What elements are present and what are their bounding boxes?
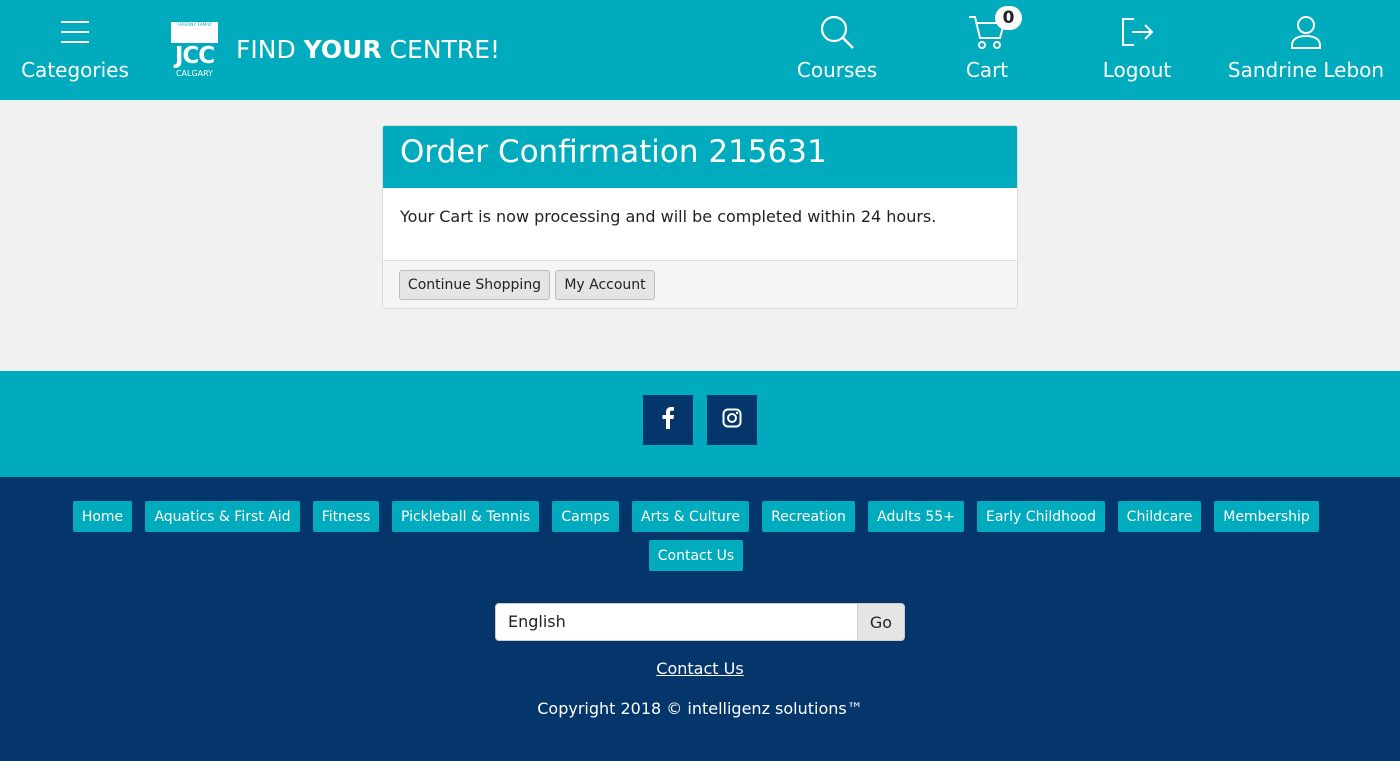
cart-count-badge: 0 <box>995 6 1022 30</box>
footer-link-aquatics[interactable]: Aquatics & First Aid <box>145 501 300 532</box>
card-header: Order Confirmation 215631 <box>383 126 1017 188</box>
social-band <box>0 371 1400 477</box>
instagram-link[interactable] <box>707 395 757 445</box>
language-select[interactable]: English <box>495 603 859 641</box>
site-tagline: FIND YOUR CENTRE! <box>236 35 500 64</box>
jcc-logo[interactable]: TAPERNY FAMILY JCC CALGARY <box>171 22 218 78</box>
instagram-icon <box>722 408 742 432</box>
site-footer: Home Aquatics & First Aid Fitness Pickle… <box>0 477 1400 761</box>
menu-icon <box>55 12 95 52</box>
footer-link-childcare[interactable]: Childcare <box>1118 501 1201 532</box>
courses-button[interactable]: Courses <box>790 0 884 100</box>
logo-sub-text: CALGARY <box>171 69 218 78</box>
footer-link-fitness[interactable]: Fitness <box>313 501 379 532</box>
order-confirmation-card: Order Confirmation 215631 Your Cart is n… <box>382 125 1018 309</box>
tagline-post: CENTRE! <box>381 35 501 64</box>
footer-link-adults[interactable]: Adults 55+ <box>868 501 964 532</box>
courses-label: Courses <box>796 58 878 82</box>
continue-shopping-button[interactable]: Continue Shopping <box>399 270 550 300</box>
footer-link-arts[interactable]: Arts & Culture <box>632 501 749 532</box>
logout-button[interactable]: Logout <box>1096 0 1178 100</box>
footer-link-membership[interactable]: Membership <box>1214 501 1319 532</box>
logout-icon <box>1117 12 1157 52</box>
facebook-link[interactable] <box>643 395 693 445</box>
cart-label: Cart <box>965 58 1009 82</box>
footer-link-recreation[interactable]: Recreation <box>762 501 855 532</box>
footer-link-home[interactable]: Home <box>73 501 132 532</box>
confirmation-message: Your Cart is now processing and will be … <box>400 207 937 226</box>
language-go-button[interactable]: Go <box>857 603 905 641</box>
tagline-pre: FIND <box>236 35 304 64</box>
logo-main-text: JCC <box>171 43 218 69</box>
categories-menu-button[interactable]: Categories <box>20 0 130 100</box>
logo-top-text: TAPERNY FAMILY <box>176 22 213 27</box>
copyright-text: Copyright 2018 © intelligenz solutions™ <box>537 699 863 718</box>
contact-us-link[interactable]: Contact Us <box>656 659 743 678</box>
user-icon <box>1286 12 1326 52</box>
user-name-label: Sandrine Lebon <box>1227 58 1385 82</box>
logout-label: Logout <box>1102 58 1172 82</box>
footer-link-pickleball[interactable]: Pickleball & Tennis <box>392 501 539 532</box>
facebook-icon <box>661 407 675 433</box>
page-title: Order Confirmation 215631 <box>400 134 827 170</box>
search-icon <box>817 12 857 52</box>
footer-link-camps[interactable]: Camps <box>552 501 619 532</box>
tagline-bold: YOUR <box>303 35 382 64</box>
footer-link-early-childhood[interactable]: Early Childhood <box>977 501 1105 532</box>
user-account-button[interactable]: Sandrine Lebon <box>1222 0 1390 100</box>
categories-label: Categories <box>21 58 129 82</box>
footer-link-contact[interactable]: Contact Us <box>649 540 743 571</box>
contact-us-row: Contact Us <box>0 659 1400 678</box>
card-footer: Continue Shopping My Account <box>383 260 1017 308</box>
my-account-button[interactable]: My Account <box>555 270 655 300</box>
site-header: Categories TAPERNY FAMILY JCC CALGARY FI… <box>0 0 1400 100</box>
